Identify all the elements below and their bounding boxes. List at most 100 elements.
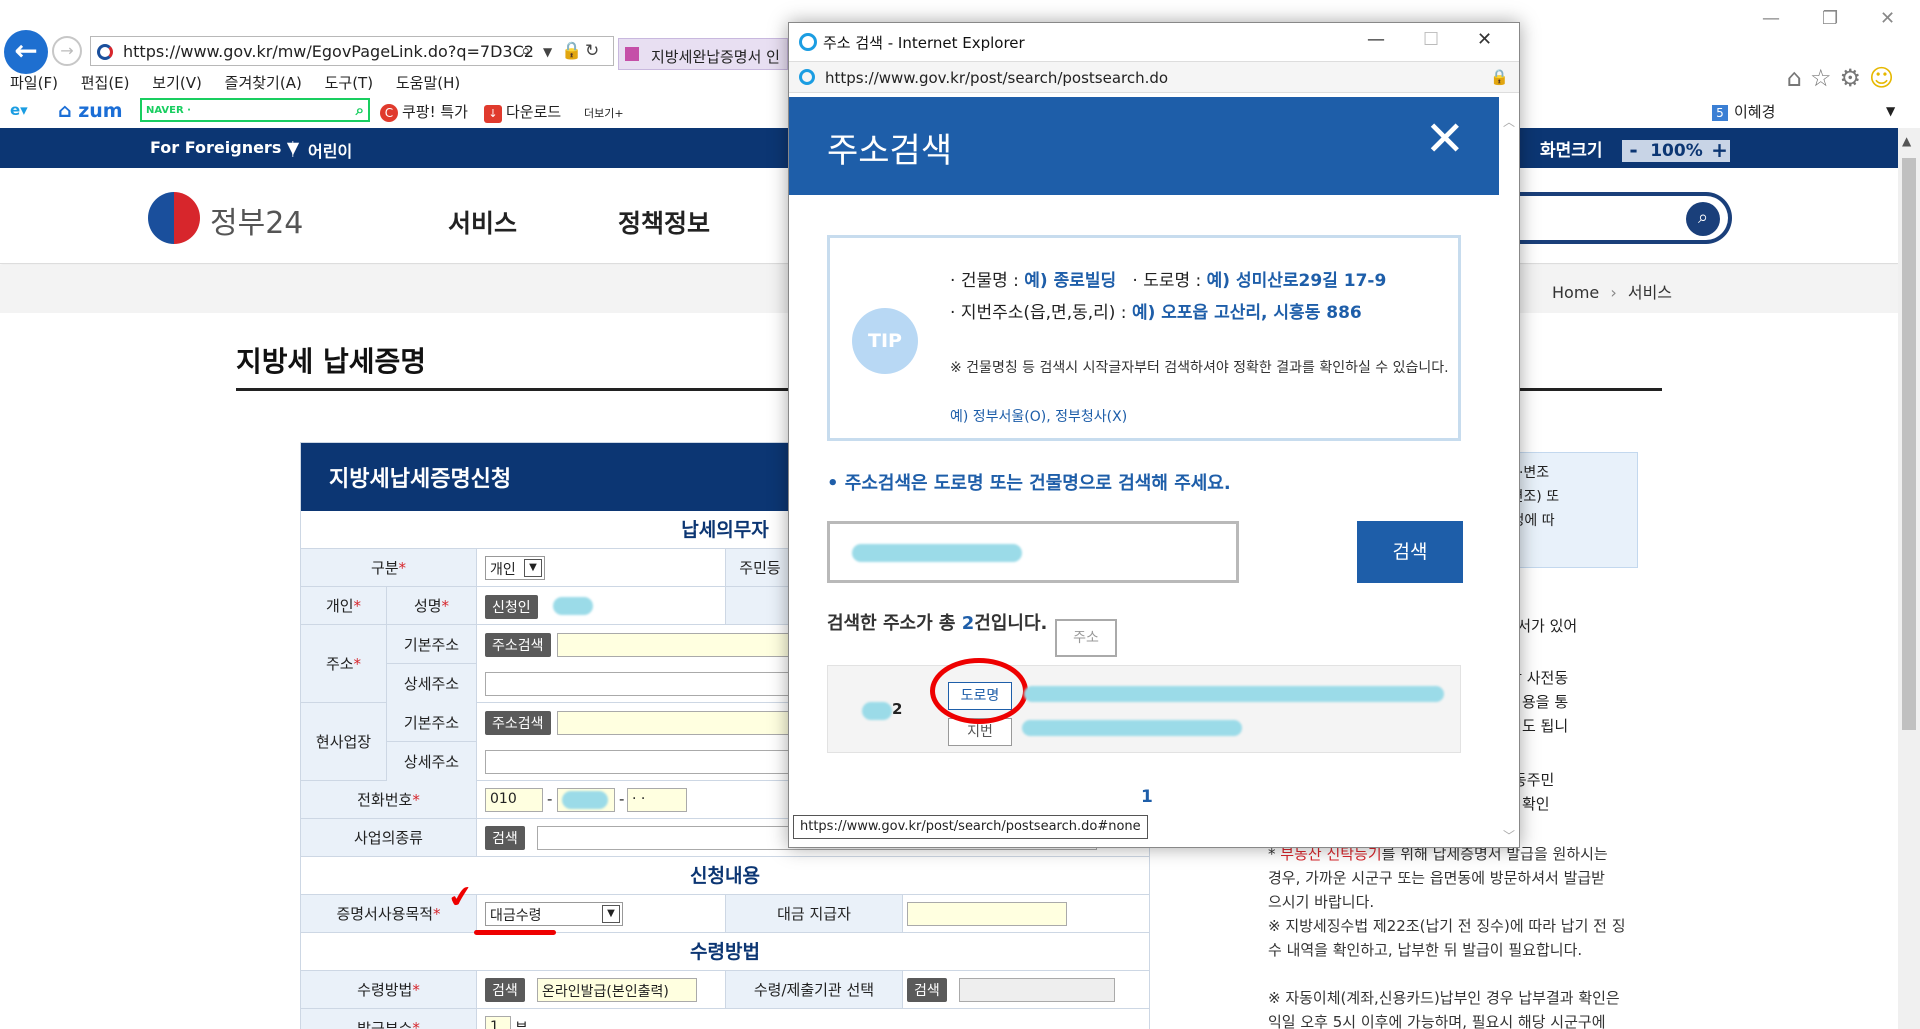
purpose-select[interactable]: 대금수령 ▼: [485, 902, 623, 926]
favorite-coupang[interactable]: C 쿠팡! 특가: [380, 101, 468, 122]
redacted-lot-address: [1022, 720, 1242, 736]
kids-link[interactable]: 어린이: [308, 138, 352, 162]
breadcrumb-home[interactable]: Home: [1552, 283, 1599, 302]
workplace-detail-input[interactable]: [485, 750, 797, 774]
phone-part1-input[interactable]: 010: [485, 788, 543, 812]
menu-file[interactable]: 파일(F): [10, 74, 58, 92]
favorite-download[interactable]: ↓ 다운로드: [484, 101, 561, 123]
business-type-search-button[interactable]: 검색: [485, 826, 525, 850]
breadcrumb-separator-icon: ›: [1610, 283, 1617, 302]
result-count: 검색한 주소가 총 2건입니다.: [827, 609, 1047, 635]
address-search-input[interactable]: [827, 521, 1239, 583]
tip-bubble-icon: TIP: [852, 308, 918, 374]
gnb-policy[interactable]: 정책정보: [618, 204, 710, 240]
applicant-button[interactable]: 신청인: [485, 595, 538, 619]
search-guide-text: 주소검색은 도로명 또는 건물명으로 검색해 주세요.: [844, 473, 1231, 494]
restore-icon[interactable]: ❐: [1822, 8, 1838, 29]
menu-edit[interactable]: 편집(E): [81, 74, 130, 92]
chevron-down-icon[interactable]: ▼: [1886, 104, 1895, 118]
label-blank: [725, 587, 795, 624]
for-foreigners-link[interactable]: For Foreigners ▼: [150, 138, 299, 157]
search-guide: • 주소검색은 도로명 또는 건물명으로 검색해 주세요.: [827, 473, 1231, 494]
chevron-down-icon[interactable]: ﹀: [1503, 827, 1515, 844]
zoom-in-button[interactable]: +: [1708, 140, 1731, 162]
menu-view[interactable]: 보기(V): [152, 74, 202, 92]
row-copies: 발급부수 * 1 부: [301, 1009, 1149, 1029]
favorite-coupang-label: 쿠팡! 특가: [402, 103, 468, 121]
popup-scrollbar[interactable]: ︿ ﹀: [1499, 97, 1519, 843]
naver-label: NAVER ·: [146, 105, 191, 116]
tip-note: ※ 건물명칭 등 검색시 시작글자부터 검색하셔야 정확한 결과를 확인하실 수…: [950, 360, 1449, 376]
phone-part2-input[interactable]: [557, 788, 615, 812]
menu-help[interactable]: 도움말(H): [396, 74, 460, 92]
label-payer: 대금 지급자: [725, 895, 903, 932]
naver-search-box[interactable]: NAVER · ⌕: [140, 98, 370, 122]
page-number-1[interactable]: 1: [1141, 787, 1153, 807]
receive-method-input[interactable]: 온라인발급(본인출력): [537, 978, 697, 1002]
phone-part3-input[interactable]: · ·: [627, 788, 687, 812]
required-mark: *: [441, 596, 450, 615]
detail-address-input[interactable]: [485, 672, 797, 696]
side-note-line: 경우, 가까운 시군구 또는 읍면동에 방문하셔서 발급받: [1268, 869, 1605, 887]
receive-org-search-button[interactable]: 검색: [907, 978, 947, 1002]
back-button[interactable]: ←: [4, 30, 48, 74]
maximize-icon[interactable]: ☐: [1423, 29, 1439, 50]
menu-favorites[interactable]: 즐겨찾기(A): [225, 74, 302, 92]
close-window-icon[interactable]: ✕: [1477, 29, 1492, 50]
red-circle-annotation: [930, 658, 1028, 724]
tip-line-lot: · 지번주소(읍,면,동,리) : 예) 오포읍 고산리, 시흥동 886: [950, 303, 1362, 323]
search-icon[interactable]: ⌕: [356, 101, 364, 119]
minimize-icon[interactable]: —: [1762, 8, 1780, 29]
basic-address-input[interactable]: [557, 633, 797, 657]
gnb-services[interactable]: 서비스: [448, 204, 517, 240]
site-search-box[interactable]: ⌕: [1510, 192, 1732, 244]
search-icon[interactable]: ⌕: [521, 41, 531, 61]
zoom-out-button[interactable]: -: [1622, 140, 1645, 162]
workplace-basic-input[interactable]: [557, 711, 797, 735]
payer-input[interactable]: [907, 902, 1067, 926]
gov24-logo-icon[interactable]: [148, 192, 200, 244]
site-logo-text[interactable]: 정부24: [210, 198, 303, 242]
refresh-icon[interactable]: ↻: [585, 41, 599, 61]
result-item[interactable]: 2 도로명 지번: [827, 658, 1461, 753]
side-note-line: 익일 오후 5시 이후에 가능하며, 필요시 해당 시군구에: [1268, 1013, 1606, 1029]
address-bar[interactable]: https://www.gov.kr/mw/EgovPageLink.do?q=…: [90, 36, 614, 66]
copies-input[interactable]: 1: [485, 1016, 511, 1029]
tip-road-label: 도로명 :: [1143, 271, 1207, 291]
menu-tools[interactable]: 도구(T): [325, 74, 373, 92]
chevron-up-icon[interactable]: ︿: [1503, 113, 1515, 130]
forward-button[interactable]: →: [52, 36, 82, 66]
minimize-icon[interactable]: —: [1367, 29, 1385, 50]
receive-org-input[interactable]: [959, 978, 1115, 1002]
browser-tab[interactable]: 지방세완납증명서 인: [618, 38, 788, 70]
zum-logo[interactable]: ⌂ zum: [58, 100, 123, 122]
scroll-up-icon[interactable]: ▲: [1902, 134, 1911, 148]
required-mark: *: [433, 904, 441, 923]
ie-logo-icon[interactable]: e▾: [10, 101, 28, 119]
favorite-more[interactable]: 더보기+: [584, 105, 624, 121]
result-count-suffix: 건입니다.: [974, 613, 1048, 634]
address-search-button[interactable]: 주소검색: [485, 633, 551, 657]
redacted-phone: [562, 791, 608, 809]
label-copies-text: 발급부수: [357, 1019, 413, 1029]
breadcrumb-current[interactable]: 서비스: [1628, 283, 1672, 302]
close-icon[interactable]: ✕: [1425, 111, 1465, 167]
address-search-button[interactable]: 검색: [1357, 521, 1463, 583]
popup-titlebar: 주소 검색 - Internet Explorer — ☐ ✕: [789, 23, 1519, 61]
required-mark: *: [412, 1019, 420, 1029]
dropdown-icon[interactable]: ▼: [543, 45, 552, 59]
lock-icon: 🔒: [561, 41, 583, 61]
popup-url: https://www.gov.kr/post/search/postsearc…: [825, 69, 1169, 87]
category-select[interactable]: 개인 ▼: [485, 556, 545, 580]
address-url[interactable]: https://www.gov.kr/mw/EgovPageLink.do?q=…: [123, 42, 533, 61]
user-account[interactable]: 5 이혜경: [1712, 101, 1775, 122]
scrollbar-thumb[interactable]: [1902, 158, 1916, 730]
redacted-query: [852, 544, 1022, 562]
receive-method-search-button[interactable]: 검색: [485, 978, 525, 1002]
close-window-icon[interactable]: ✕: [1880, 8, 1895, 29]
tip-box: TIP · 건물명 : 예) 종로빌딩 · 도로명 : 예) 성미산로29길 1…: [827, 235, 1461, 441]
search-icon[interactable]: ⌕: [1686, 202, 1720, 236]
workplace-address-search-button[interactable]: 주소검색: [485, 711, 551, 735]
page-scrollbar[interactable]: ▲: [1898, 128, 1920, 1029]
result-count-prefix: 검색한 주소가 총: [827, 613, 962, 634]
